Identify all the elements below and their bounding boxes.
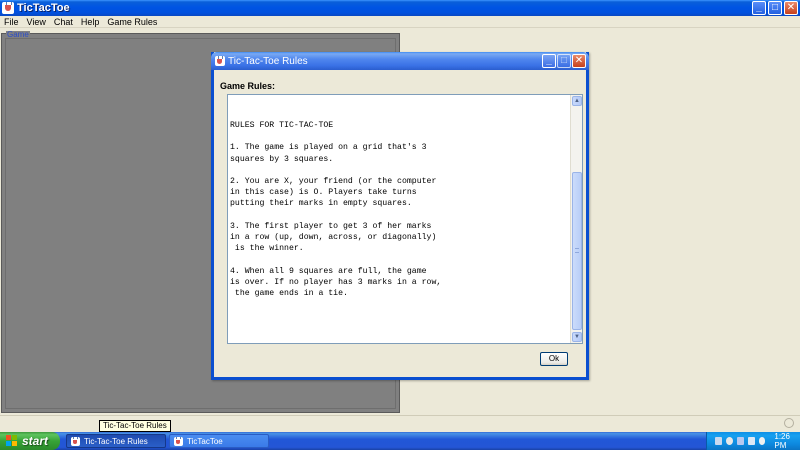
maximize-button[interactable]: □ — [768, 1, 782, 15]
rules-text: RULES FOR TIC-TAC-TOE 1. The game is pla… — [230, 121, 442, 299]
main-title-bar[interactable]: TicTacToe _ □ ✕ — [0, 0, 800, 16]
scroll-grip-icon — [575, 248, 579, 253]
dialog-controls: _ □ ✕ — [542, 54, 586, 68]
taskbar-item-label: Tic-Tac-Toe Rules — [84, 436, 148, 446]
scroll-up-button[interactable]: ▲ — [572, 96, 582, 106]
menu-bar: File View Chat Help Game Rules — [0, 16, 800, 28]
system-tray: 1:26 PM — [706, 432, 800, 450]
menu-chat[interactable]: Chat — [50, 17, 77, 27]
java-cup-icon — [174, 436, 183, 446]
taskbar-item-label: TicTacToe — [187, 436, 223, 446]
menu-game-rules[interactable]: Game Rules — [103, 17, 161, 27]
security-icon[interactable] — [736, 437, 744, 445]
taskbar-tooltip: Tic-Tac-Toe Rules — [99, 420, 171, 432]
close-button[interactable]: ✕ — [784, 1, 798, 15]
dialog-title-bar[interactable]: Tic-Tac-Toe Rules _ □ ✕ — [211, 52, 589, 70]
dialog-close-button[interactable]: ✕ — [572, 54, 586, 68]
network-icon[interactable] — [715, 437, 722, 445]
taskbar: start Tic-Tac-Toe Rules TicTacToe 1:26 P… — [0, 432, 800, 450]
menu-help[interactable]: Help — [77, 17, 104, 27]
taskbar-item-rules[interactable]: Tic-Tac-Toe Rules — [66, 434, 166, 448]
dialog-title: Tic-Tac-Toe Rules — [228, 55, 308, 67]
dialog-minimize-button[interactable]: _ — [542, 54, 556, 68]
java-cup-icon — [71, 436, 80, 446]
java-cup-icon — [215, 56, 225, 66]
window-controls: _ □ ✕ — [752, 1, 798, 15]
start-label: start — [22, 434, 49, 448]
minimize-button[interactable]: _ — [752, 1, 766, 15]
display-icon[interactable] — [747, 437, 755, 445]
window-title: TicTacToe — [17, 2, 70, 14]
rules-dialog: Tic-Tac-Toe Rules _ □ ✕ Game Rules: RULE… — [211, 52, 589, 380]
game-rules-label: Game Rules: — [220, 81, 276, 91]
windows-flag-icon — [6, 435, 18, 447]
rules-text-area[interactable]: RULES FOR TIC-TAC-TOE 1. The game is pla… — [227, 94, 583, 344]
dialog-maximize-button[interactable]: □ — [557, 54, 571, 68]
update-icon[interactable] — [758, 437, 766, 445]
taskbar-item-tictactoe[interactable]: TicTacToe — [169, 434, 269, 448]
menu-file[interactable]: File — [0, 17, 23, 27]
scroll-down-button[interactable]: ▼ — [572, 332, 582, 342]
resize-grip-icon — [784, 418, 794, 428]
clock[interactable]: 1:26 PM — [774, 432, 800, 450]
vertical-scrollbar[interactable]: ▲ ▼ — [570, 95, 582, 343]
java-cup-icon — [2, 2, 14, 14]
volume-icon[interactable] — [725, 437, 733, 445]
ok-button[interactable]: Ok — [540, 352, 568, 366]
start-button[interactable]: start — [0, 432, 60, 450]
menu-view[interactable]: View — [23, 17, 50, 27]
scroll-thumb[interactable] — [572, 172, 582, 330]
